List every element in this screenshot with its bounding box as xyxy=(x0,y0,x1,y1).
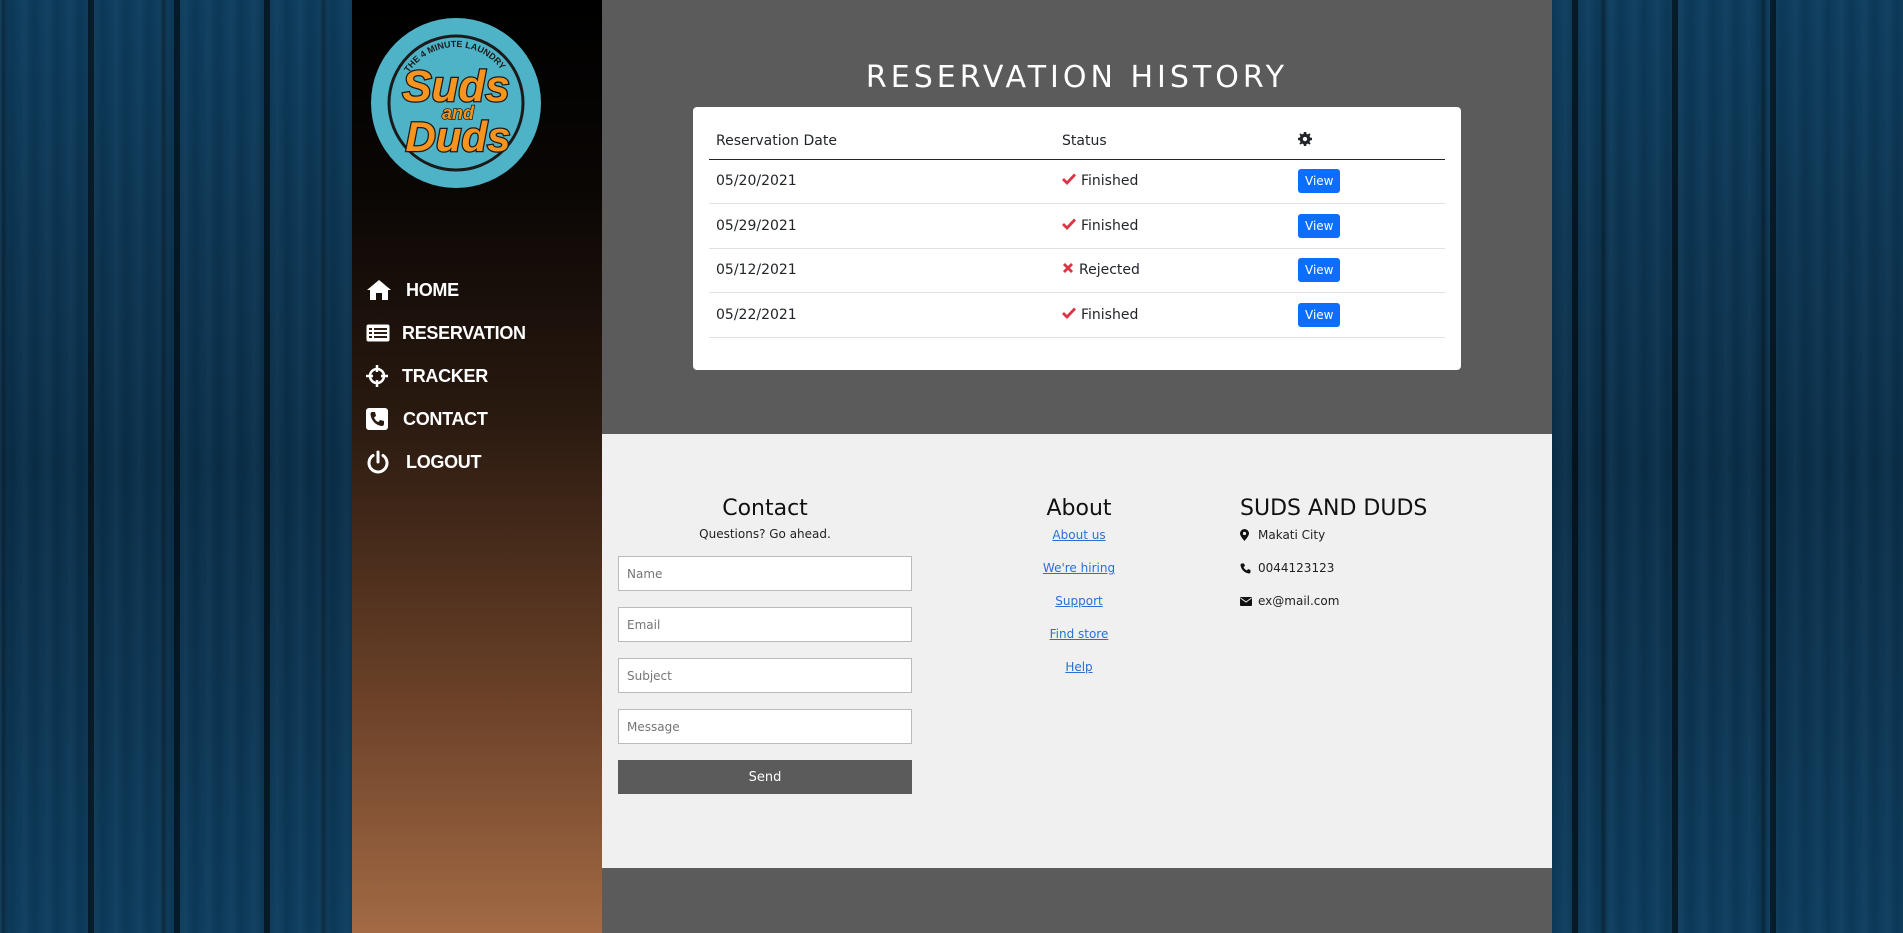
phone-text: 0044123123 xyxy=(1258,561,1335,575)
status-text: Finished xyxy=(1081,173,1139,190)
table-row: 05/29/2021 Finished View xyxy=(709,203,1445,249)
name-field[interactable] xyxy=(618,556,912,591)
header-reservation-date: Reservation Date xyxy=(709,123,1055,160)
nav-label: CONTACT xyxy=(403,408,488,429)
hiring-link[interactable]: We're hiring xyxy=(999,560,1159,576)
main-nav: HOME RESERVATION TRACKER CONTACT LOGOUT xyxy=(366,278,596,493)
phone-line: 0044123123 xyxy=(1240,560,1500,576)
wood-plank-seam xyxy=(88,0,94,933)
suds-and-duds-logo[interactable]: THE 4 MINUTE LAUNDRY Suds and Duds xyxy=(370,17,542,189)
envelope-icon xyxy=(1240,596,1254,606)
nav-label: RESERVATION xyxy=(402,322,526,343)
reservation-date: 05/20/2021 xyxy=(709,159,1055,204)
nav-item-home[interactable]: HOME xyxy=(366,278,596,302)
support-link[interactable]: Support xyxy=(999,593,1159,609)
reservation-date: 05/29/2021 xyxy=(709,203,1055,249)
check-icon xyxy=(1062,307,1077,323)
wood-plank-seam xyxy=(1572,0,1578,933)
map-marker-icon xyxy=(1240,529,1254,541)
svg-text:Duds: Duds xyxy=(406,113,511,160)
history-section: RESERVATION HISTORY Reservation Date Sta… xyxy=(602,0,1552,434)
status-text: Finished xyxy=(1081,217,1139,234)
sidebar: THE 4 MINUTE LAUNDRY Suds and Duds HOME … xyxy=(352,0,602,933)
about-us-link[interactable]: About us xyxy=(999,527,1159,543)
table-header-row: Reservation Date Status xyxy=(709,123,1445,160)
location-text: Makati City xyxy=(1258,528,1326,542)
phone-icon xyxy=(1240,563,1254,574)
nav-item-logout[interactable]: LOGOUT xyxy=(366,450,596,474)
main-content: RESERVATION HISTORY Reservation Date Sta… xyxy=(602,0,1552,933)
view-button[interactable]: View xyxy=(1298,213,1341,238)
about-heading: About xyxy=(1046,496,1112,521)
footer: Contact Questions? Go ahead. Send About … xyxy=(602,434,1552,868)
crosshairs-icon xyxy=(366,364,396,388)
status-text: Finished xyxy=(1081,306,1139,323)
wood-plank-seam xyxy=(1770,0,1776,933)
email-field[interactable] xyxy=(618,607,912,642)
contact-subtitle: Questions? Go ahead. xyxy=(699,527,831,541)
subject-field[interactable] xyxy=(618,658,912,693)
x-icon xyxy=(1062,262,1074,278)
view-button[interactable]: View xyxy=(1298,302,1341,327)
help-link[interactable]: Help xyxy=(999,659,1159,675)
table-row: 05/20/2021 Finished View xyxy=(709,159,1445,204)
contact-heading: Contact xyxy=(722,496,808,521)
bottom-strip xyxy=(602,868,1552,933)
check-icon xyxy=(1062,173,1077,189)
location-line: Makati City xyxy=(1240,527,1500,543)
message-field[interactable] xyxy=(618,709,912,744)
nav-item-contact[interactable]: CONTACT xyxy=(366,407,596,431)
nav-label: HOME xyxy=(406,279,459,300)
header-actions xyxy=(1291,123,1445,160)
view-button[interactable]: View xyxy=(1298,258,1341,283)
home-icon xyxy=(366,278,396,302)
find-store-link[interactable]: Find store xyxy=(999,626,1159,642)
nav-label: LOGOUT xyxy=(406,451,482,472)
status-text: Rejected xyxy=(1079,262,1140,279)
phone-icon xyxy=(366,407,396,431)
nav-item-reservation[interactable]: RESERVATION xyxy=(366,321,596,345)
table-row: 05/12/2021 Rejected View xyxy=(709,248,1445,293)
wood-plank-seam xyxy=(174,0,180,933)
nav-item-tracker[interactable]: TRACKER xyxy=(366,364,596,388)
brand-heading: SUDS AND DUDS xyxy=(1240,496,1428,521)
reservation-date: 05/22/2021 xyxy=(709,292,1055,338)
header-status: Status xyxy=(1055,123,1291,160)
check-icon xyxy=(1062,218,1077,234)
wood-plank-seam xyxy=(264,0,270,933)
history-card: Reservation Date Status 05/20/2021 Finis… xyxy=(693,107,1461,370)
table-row: 05/22/2021 Finished View xyxy=(709,292,1445,338)
list-icon xyxy=(366,321,396,345)
view-button[interactable]: View xyxy=(1298,169,1341,194)
footer-about-column: About About us We're hiring Support Find… xyxy=(999,496,1159,675)
email-text: ex@mail.com xyxy=(1258,594,1340,608)
page-title: RESERVATION HISTORY xyxy=(865,60,1289,95)
wood-plank-seam xyxy=(1672,0,1678,933)
gear-icon xyxy=(1298,131,1312,150)
email-line: ex@mail.com xyxy=(1240,593,1500,609)
reservation-table: Reservation Date Status 05/20/2021 Finis… xyxy=(709,123,1445,338)
power-icon xyxy=(366,450,396,474)
footer-brand-column: SUDS AND DUDS Makati City 0044123123 ex@… xyxy=(1240,496,1500,609)
nav-label: TRACKER xyxy=(402,365,488,386)
footer-contact-column: Contact Questions? Go ahead. Send xyxy=(618,496,912,794)
send-button[interactable]: Send xyxy=(618,760,912,794)
reservation-date: 05/12/2021 xyxy=(709,248,1055,293)
